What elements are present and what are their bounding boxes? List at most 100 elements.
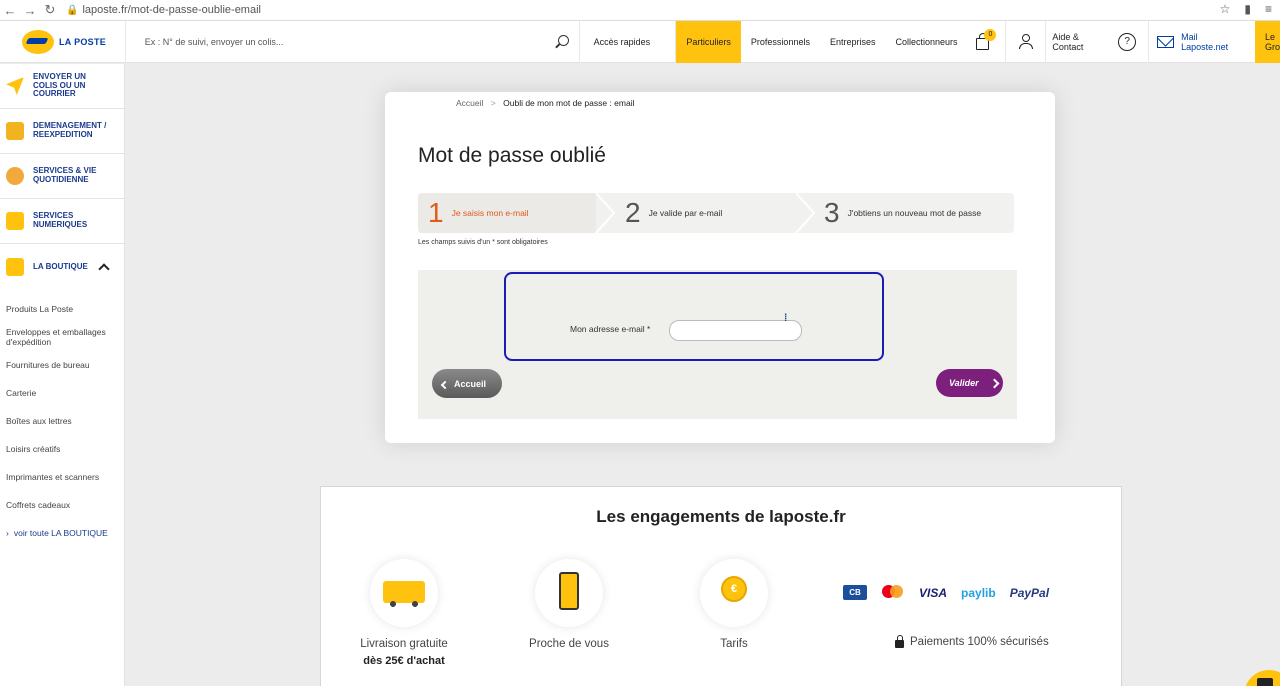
sidebar-label: SERVICES & VIE QUOTIDIENNE (33, 166, 97, 184)
shop-item-label: Carterie (6, 388, 37, 399)
acces-rapides-button[interactable]: Accès rapides (580, 20, 677, 63)
accueil-button[interactable]: Accueil (432, 369, 502, 398)
sidebar-item-services[interactable]: SERVICES & VIE QUOTIDIENNE (0, 154, 124, 199)
account-button[interactable] (1005, 20, 1045, 63)
shop-item[interactable]: Loisirs créatifs (0, 436, 124, 464)
nav-particuliers[interactable]: Particuliers (676, 20, 741, 63)
shop-box-icon (6, 258, 24, 276)
email-input[interactable] (669, 320, 802, 341)
sidebar-item-demenagement[interactable]: DEMENAGEMENT / REEXPEDITION (0, 109, 124, 154)
aide-contact-button[interactable]: Aide & Contact ? (1045, 20, 1148, 63)
required-note: Les champs suivis d'un * sont obligatoir… (418, 239, 548, 246)
feature-proche: Proche de vous (499, 559, 639, 650)
shop-item[interactable]: Fournitures de bureau (0, 352, 124, 380)
sidebar: ENVOYER UN COLIS OU UN COURRIER DEMENAGE… (0, 64, 125, 686)
shop-item[interactable]: Carterie (0, 380, 124, 408)
valider-button[interactable]: Valider (936, 369, 1003, 397)
chevron-up-icon[interactable] (98, 263, 110, 275)
payment-logos: CB VISA paylib PayPal (843, 585, 1049, 600)
logo-mark-icon (22, 29, 54, 54)
feature-circle: € (700, 559, 768, 627)
shop-sublist: Produits La Poste Enveloppes et emballag… (0, 290, 124, 548)
help-icon: ? (1118, 32, 1137, 51)
step-label: Je saisis mon e-mail (451, 208, 529, 218)
step-number: 1 (428, 197, 444, 228)
step-arrow-separator (795, 193, 816, 233)
shop-item[interactable]: Produits La Poste (0, 296, 124, 324)
step-label: J'obtiens un nouveau mot de passe (847, 208, 982, 218)
shop-item[interactable]: Coffrets cadeaux (0, 492, 124, 520)
mastercard-logo (881, 585, 905, 600)
lock-icon: 🔒 (66, 5, 79, 16)
address-bar[interactable]: 🔒 laposte.fr/mot-de-passe-oublie-email (66, 4, 261, 16)
accueil-button-label: Accueil (454, 378, 487, 389)
sidebar-item-numeriques[interactable]: SERVICES NUMERIQUES (0, 199, 124, 244)
paypal-logo: PayPal (1009, 585, 1050, 600)
sidebar-item-boutique[interactable]: LA BOUTIQUE (0, 244, 124, 290)
browser-actions: ☆ ▮ ≡ (1220, 2, 1272, 16)
url-text: laposte.fr/mot-de-passe-oublie-email (82, 4, 261, 16)
nav-label: Collectionneurs (895, 36, 958, 47)
nav-label: Entreprises (829, 36, 876, 47)
nav-collectionneurs[interactable]: Collectionneurs (886, 21, 968, 63)
people-icon (6, 167, 24, 185)
reading-list-icon[interactable]: ≡ (1265, 2, 1272, 16)
search-bar[interactable]: Ex : N° de suivi, envoyer un colis... (126, 20, 580, 63)
see-all-boutique-link[interactable]: › voir toute LA BOUTIQUE (0, 520, 124, 548)
page-title: Mot de passe oublié (418, 144, 606, 167)
sidebar-item-envoyer[interactable]: ENVOYER UN COLIS OU UN COURRIER (0, 64, 124, 109)
groupe-label: Le Gro (1265, 31, 1280, 52)
breadcrumb-home[interactable]: Accueil (456, 98, 483, 108)
chat-button[interactable] (1244, 670, 1280, 686)
nav-entreprises[interactable]: Entreprises (820, 21, 886, 63)
step-label: Je valide par e-mail (648, 208, 723, 218)
padlock-icon (895, 634, 904, 648)
star-icon[interactable]: ☆ (1220, 2, 1231, 16)
engagements-section: Les engagements de laposte.fr Livraison … (320, 486, 1122, 686)
reload-icon[interactable]: ↻ (40, 2, 60, 18)
nav-label: Particuliers (686, 36, 731, 47)
shop-item[interactable]: Boîtes aux lettres (0, 408, 124, 436)
feature-circle (535, 559, 603, 627)
feature-name: Tarifs (720, 638, 748, 650)
step-3: 3 J'obtiens un nouveau mot de passe (824, 193, 1014, 233)
paper-plane-icon (6, 77, 24, 95)
search-icon[interactable] (557, 34, 569, 46)
breadcrumb-separator: > (490, 98, 496, 108)
step-1: 1 Je saisis mon e-mail (418, 193, 596, 233)
euro-coin-icon: € (721, 576, 747, 602)
password-manager-icon[interactable]: ⁞ (784, 313, 792, 324)
visa-logo: VISA (919, 585, 948, 600)
laposte-logo[interactable]: LA POSTE (0, 20, 126, 63)
cart-button[interactable]: 0 (968, 21, 998, 63)
chevron-right-icon (989, 378, 1000, 388)
breadcrumb-current: Oubli de mon mot de passe : email (503, 98, 635, 108)
feature-tarifs: € Tarifs (664, 559, 804, 650)
browser-toolbar: ← → ↻ 🔒 laposte.fr/mot-de-passe-oublie-em… (0, 0, 1280, 21)
envelope-icon (1157, 35, 1175, 48)
back-icon[interactable]: ← (0, 3, 20, 18)
le-groupe-link[interactable]: Le Gro (1255, 20, 1280, 63)
feature-livraison: Livraison gratuite dès 25€ d'achat (334, 559, 474, 667)
secure-label: Paiements 100% sécurisés (910, 636, 1049, 648)
shop-item[interactable]: Imprimantes et scanners (0, 464, 124, 492)
forward-icon[interactable]: → (20, 3, 40, 18)
mail-laposte-link[interactable]: Mail Laposte.net (1148, 20, 1255, 63)
step-arrow-separator (595, 193, 616, 233)
nav-professionnels[interactable]: Professionnels (741, 21, 820, 63)
cb-logo: CB (843, 585, 867, 600)
search-placeholder: Ex : N° de suivi, envoyer un colis... (144, 36, 284, 47)
shop-item-label: Fournitures de bureau (6, 360, 90, 371)
shop-item-label: Produits La Poste (6, 304, 74, 315)
extension-icon[interactable]: ▮ (1244, 2, 1251, 16)
step-2: 2 Je valide par e-mail (625, 193, 795, 233)
shop-item-label: Enveloppes et emballages d'expédition (6, 327, 106, 347)
shop-item[interactable]: Enveloppes et emballages d'expédition (0, 324, 110, 352)
user-icon (1021, 33, 1030, 42)
feature-name: Livraison gratuite (360, 638, 448, 650)
email-form: Mon adresse e-mail * ⁞ Accueil Valider (418, 270, 1017, 419)
sidebar-label: LA BOUTIQUE (33, 261, 88, 271)
acces-rapides-label: Accès rapides (593, 36, 651, 47)
boxes-icon (6, 122, 24, 140)
step-number: 3 (824, 197, 840, 228)
